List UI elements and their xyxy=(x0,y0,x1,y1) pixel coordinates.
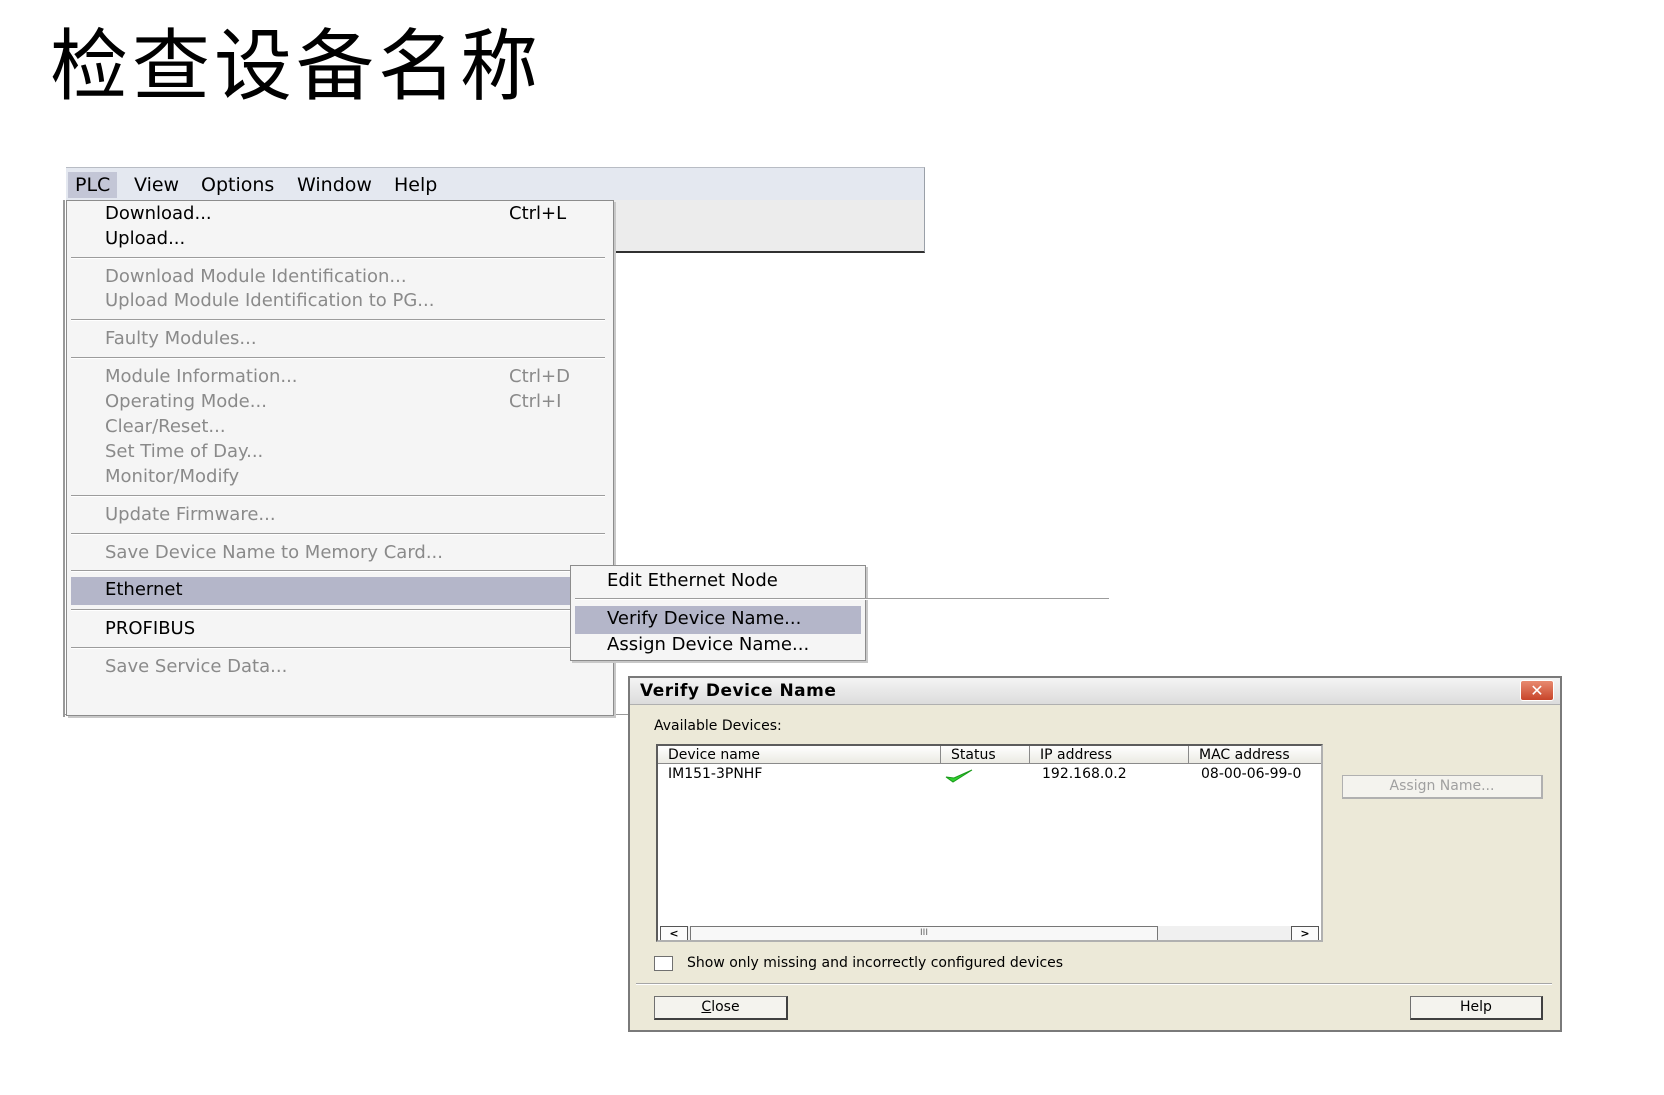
devices-list[interactable]: Device name Status IP address MAC addres… xyxy=(656,744,1323,942)
menu-item-label: Download... xyxy=(105,203,212,224)
menu-item-label: Clear/Reset... xyxy=(105,416,226,437)
help-button[interactable]: Help xyxy=(1410,996,1543,1020)
column-header-device-name[interactable]: Device name xyxy=(658,746,941,764)
verify-device-name-dialog: Verify Device Name ✕ Available Devices: … xyxy=(628,676,1562,1032)
dialog-separator xyxy=(636,983,1552,985)
menu-item-shortcut: Ctrl+L xyxy=(509,203,567,224)
menu-item-upload[interactable]: Upload... xyxy=(71,226,605,252)
menu-item-module-information[interactable]: Module Information... Ctrl+D xyxy=(71,364,605,390)
close-button-label: lose xyxy=(711,999,740,1015)
menu-item-clear-reset[interactable]: Clear/Reset... xyxy=(71,414,605,440)
dialog-title: Verify Device Name xyxy=(640,681,837,701)
menu-item-upload-module-id[interactable]: Upload Module Identification to PG... xyxy=(71,288,605,314)
menu-separator xyxy=(71,357,605,359)
menu-item-label: Update Firmware... xyxy=(105,504,276,525)
menu-item-label: Save Service Data... xyxy=(105,656,288,677)
cell-mac-address: 08-00-06-99-0 xyxy=(1201,766,1302,782)
menu-item-label: Upload Module Identification to PG... xyxy=(105,290,435,311)
menu-item-profibus[interactable]: PROFIBUS ▶ xyxy=(71,616,605,642)
menu-item-label: Save Device Name to Memory Card... xyxy=(105,542,444,563)
menu-item-label: Operating Mode... xyxy=(105,391,267,412)
checkbox-label: Show only missing and incorrectly config… xyxy=(687,955,1064,971)
ethernet-submenu: Edit Ethernet Node Verify Device Name...… xyxy=(570,565,1109,661)
menu-item-download-module-id[interactable]: Download Module Identification... xyxy=(71,264,605,290)
menu-item-label: Module Information... xyxy=(105,366,298,387)
menu-item-label: PROFIBUS xyxy=(105,618,196,639)
menu-plc[interactable]: PLC xyxy=(68,172,118,198)
menu-item-label: Verify Device Name... xyxy=(607,608,802,629)
menu-separator xyxy=(71,570,605,572)
list-header: Device name Status IP address MAC addres… xyxy=(658,746,1321,765)
menu-view[interactable]: View xyxy=(127,172,186,198)
horizontal-scrollbar[interactable]: < III > xyxy=(660,926,1319,940)
scroll-right-button[interactable]: > xyxy=(1291,926,1319,940)
menu-item-label: Set Time of Day... xyxy=(105,441,264,462)
menu-item-save-service-data[interactable]: Save Service Data... xyxy=(71,654,605,680)
menu-item-label: Monitor/Modify xyxy=(105,466,240,487)
menu-item-verify-device-name[interactable]: Verify Device Name... xyxy=(575,606,861,634)
menu-item-set-time-of-day[interactable]: Set Time of Day... xyxy=(71,439,605,465)
menu-item-label: Ethernet xyxy=(105,579,183,600)
close-button-mnemonic: C xyxy=(701,999,712,1015)
assign-name-button[interactable]: Assign Name... xyxy=(1342,775,1543,799)
menu-item-label: Edit Ethernet Node xyxy=(607,570,778,591)
available-devices-label: Available Devices: xyxy=(654,718,782,734)
close-button[interactable]: Close xyxy=(654,996,788,1020)
show-only-missing-checkbox[interactable] xyxy=(654,956,673,971)
plc-dropdown-menu: Download... Ctrl+L Upload... Download Mo… xyxy=(66,200,614,716)
menu-item-save-device-name[interactable]: Save Device Name to Memory Card... xyxy=(71,540,605,566)
menu-item-label: Upload... xyxy=(105,228,186,249)
cell-ip-address: 192.168.0.2 xyxy=(1042,766,1127,782)
menu-separator xyxy=(71,647,605,649)
menu-item-monitor-modify[interactable]: Monitor/Modify xyxy=(71,464,605,490)
scroll-left-button[interactable]: < xyxy=(660,926,688,940)
menu-item-faulty-modules[interactable]: Faulty Modules... xyxy=(71,326,605,352)
menu-help[interactable]: Help xyxy=(387,172,444,198)
column-header-status[interactable]: Status xyxy=(941,746,1030,764)
menu-item-label: Download Module Identification... xyxy=(105,266,407,287)
menu-item-ethernet[interactable]: Ethernet ▶ xyxy=(71,577,605,605)
menu-item-assign-device-name[interactable]: Assign Device Name... xyxy=(575,632,861,658)
column-header-ip-address[interactable]: IP address xyxy=(1030,746,1189,764)
menu-item-label: Assign Device Name... xyxy=(607,634,810,655)
menu-separator xyxy=(71,533,605,535)
menu-separator xyxy=(71,319,605,321)
menu-item-download[interactable]: Download... Ctrl+L xyxy=(71,201,605,227)
menu-item-label: Faulty Modules... xyxy=(105,328,257,349)
menu-window[interactable]: Window xyxy=(290,172,379,198)
menu-item-update-firmware[interactable]: Update Firmware... xyxy=(71,502,605,528)
toolbar-area xyxy=(611,200,925,253)
window-left-edge xyxy=(63,200,65,717)
slide-title: 检查设备名称 xyxy=(50,22,543,112)
menu-separator xyxy=(575,598,1109,600)
dialog-titlebar[interactable]: Verify Device Name ✕ xyxy=(630,678,1560,705)
menu-options[interactable]: Options xyxy=(194,172,281,198)
green-check-icon xyxy=(945,769,973,783)
menu-item-edit-ethernet-node[interactable]: Edit Ethernet Node xyxy=(575,568,861,594)
menu-separator xyxy=(71,495,605,497)
menu-item-shortcut: Ctrl+D xyxy=(509,366,570,387)
column-header-mac-address[interactable]: MAC address xyxy=(1189,746,1321,764)
cell-device-name: IM151-3PNHF xyxy=(668,766,763,782)
menu-bar: PLC View Options Window Help xyxy=(66,167,925,200)
scroll-thumb[interactable]: III xyxy=(690,926,1158,940)
menu-item-operating-mode[interactable]: Operating Mode... Ctrl+I xyxy=(71,389,605,415)
menu-separator xyxy=(71,609,605,611)
close-icon[interactable]: ✕ xyxy=(1520,680,1554,701)
menu-item-shortcut: Ctrl+I xyxy=(509,391,562,412)
menu-separator xyxy=(71,257,605,259)
